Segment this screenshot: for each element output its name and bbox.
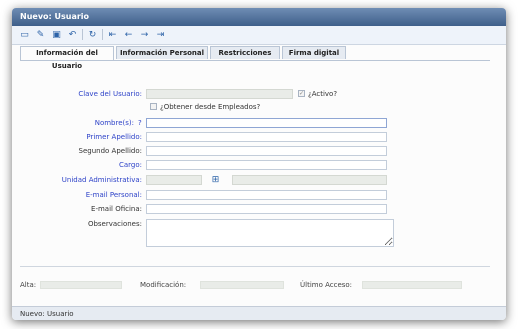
toolbar: ▭ ✎ ▣ ↶ ↻ ⇤ ← → ⇥ xyxy=(12,26,506,45)
observaciones-label: Observaciones: xyxy=(87,220,142,228)
edit-doc-icon[interactable]: ✎ xyxy=(34,28,47,41)
window-title: Nuevo: Usuario xyxy=(12,8,506,26)
email-personal-label: E-mail Personal: xyxy=(85,191,142,199)
unidad-code-field[interactable] xyxy=(146,175,202,185)
cargo-label: Cargo: xyxy=(118,161,142,169)
cargo-field[interactable] xyxy=(146,160,387,170)
alta-value xyxy=(40,281,122,289)
next-record-icon[interactable]: → xyxy=(138,28,151,41)
obtener-empleados-label: ¿Obtener desde Empleados? xyxy=(160,103,261,111)
unidad-label: Unidad Administrativa: xyxy=(61,176,142,184)
new-doc-icon[interactable]: ▭ xyxy=(18,28,31,41)
nombre-field[interactable] xyxy=(146,118,387,128)
tab-informacion-personal[interactable]: Información Personal xyxy=(116,46,208,59)
prev-record-icon[interactable]: ← xyxy=(122,28,135,41)
toolbar-divider xyxy=(82,29,83,40)
footer-status: Nuevo: Usuario xyxy=(12,306,506,320)
divider xyxy=(20,266,490,267)
nombre-label: Nombre(s): xyxy=(94,119,134,127)
unidad-name-field[interactable] xyxy=(232,175,387,185)
save-icon[interactable]: ▣ xyxy=(50,28,63,41)
clave-field[interactable] xyxy=(146,89,293,99)
alta-label: Alta: xyxy=(20,281,37,289)
user-form-window: Nuevo: Usuario ▭ ✎ ▣ ↶ ↻ ⇤ ← → ⇥ Informa… xyxy=(12,8,506,320)
observaciones-textarea[interactable] xyxy=(146,219,394,247)
help-icon[interactable]: ? xyxy=(138,118,142,128)
clave-label: Clave del Usuario: xyxy=(78,90,142,98)
modificacion-value xyxy=(200,281,284,289)
email-oficina-field[interactable] xyxy=(146,204,387,214)
modificacion-label: Modificación: xyxy=(140,281,187,289)
segundo-apellido-field[interactable] xyxy=(146,146,387,156)
activo-label: ¿Activo? xyxy=(308,90,338,98)
last-record-icon[interactable]: ⇥ xyxy=(154,28,167,41)
tab-restricciones[interactable]: Restricciones xyxy=(210,46,280,59)
first-record-icon[interactable]: ⇤ xyxy=(106,28,119,41)
undo-icon[interactable]: ↶ xyxy=(66,28,79,41)
email-oficina-label: E-mail Oficina: xyxy=(91,205,142,213)
tab-informacion-usuario[interactable]: Información del Usuario xyxy=(20,46,114,70)
refresh-icon[interactable]: ↻ xyxy=(86,28,99,41)
primer-apellido-field[interactable] xyxy=(146,132,387,142)
primer-apellido-label: Primer Apellido: xyxy=(86,133,142,141)
tab-bar: Información del Usuario Información Pers… xyxy=(20,46,490,70)
activo-checkbox[interactable]: ✓ xyxy=(298,90,305,97)
ultimo-acceso-value xyxy=(362,281,462,289)
segundo-apellido-label: Segundo Apellido: xyxy=(78,147,142,155)
email-personal-field[interactable] xyxy=(146,190,387,200)
tab-firma-digital[interactable]: Firma digital xyxy=(282,46,346,59)
org-tree-icon[interactable]: ⊞ xyxy=(211,176,220,185)
obtener-empleados-checkbox[interactable] xyxy=(150,103,157,110)
ultimo-acceso-label: Último Acceso: xyxy=(300,281,353,289)
toolbar-divider xyxy=(102,29,103,40)
